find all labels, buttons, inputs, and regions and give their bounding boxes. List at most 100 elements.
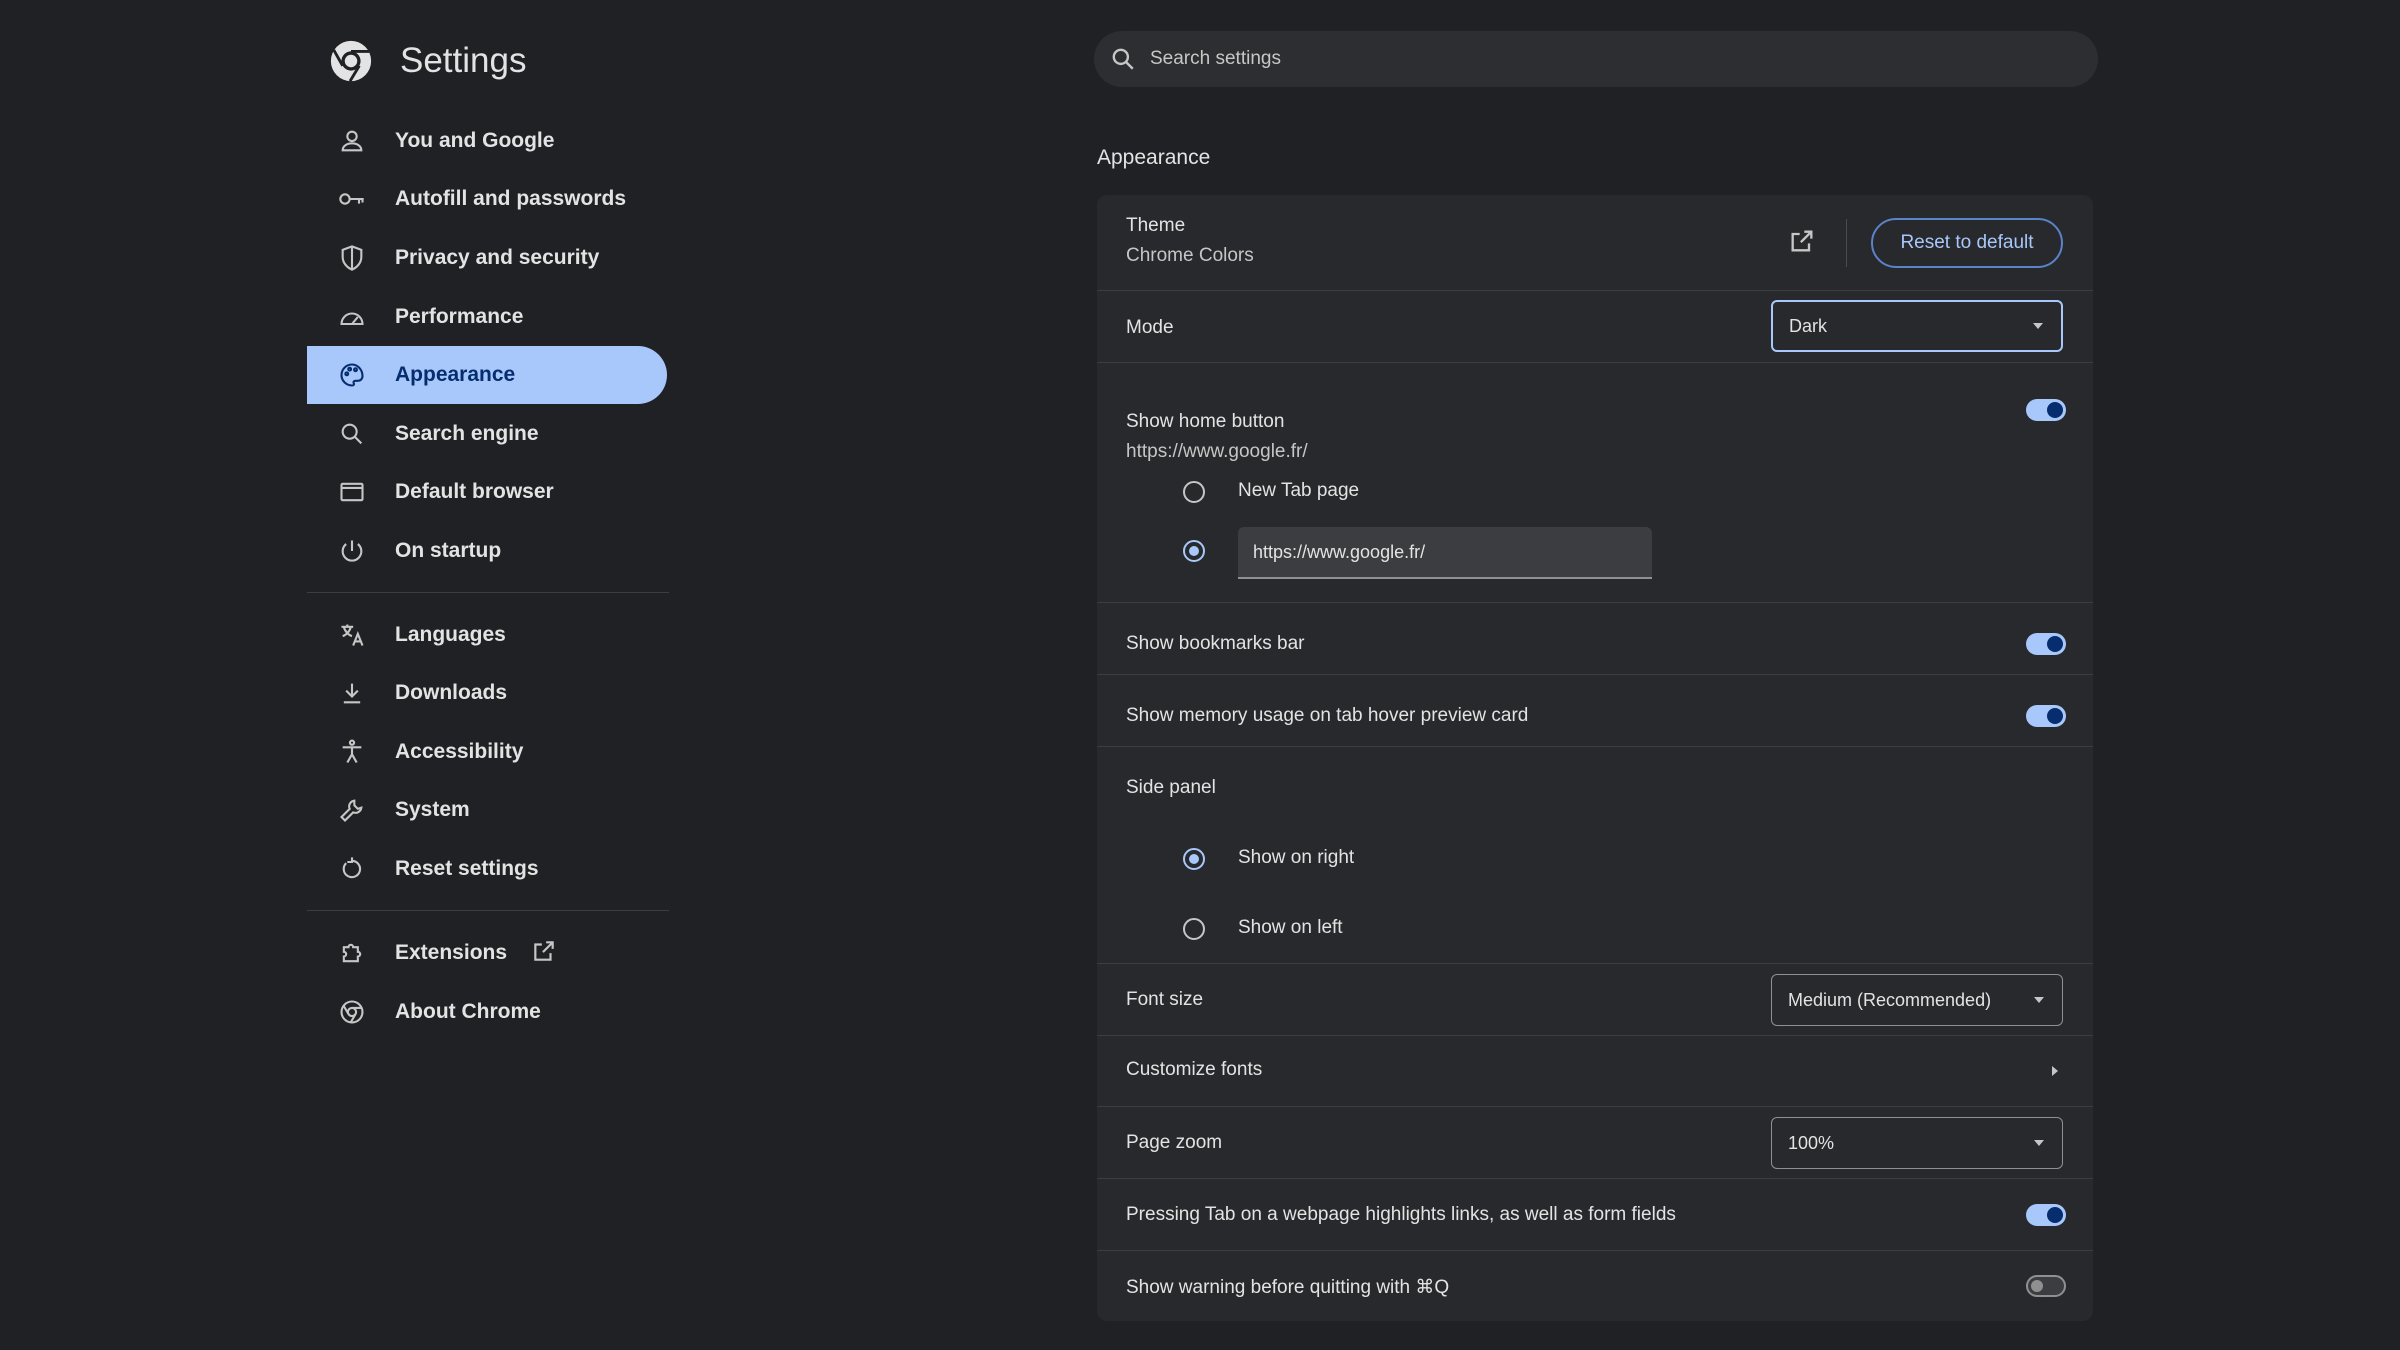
power-icon	[337, 536, 367, 566]
sidebar-item-label: Accessibility	[395, 740, 524, 763]
page-zoom-label: Page zoom	[1126, 1132, 1223, 1153]
person-icon	[337, 126, 367, 156]
sidebar-item-label: Search engine	[395, 422, 539, 445]
sidebar-item-accessibility[interactable]: Accessibility	[307, 723, 667, 781]
customize-fonts-label: Customize fonts	[1126, 1059, 1263, 1080]
row-divider	[1097, 746, 2093, 747]
sidebar-item-search-engine[interactable]: Search engine	[307, 405, 667, 463]
page-zoom-select-value: 100%	[1788, 1132, 1835, 1153]
tab-highlight-toggle[interactable]	[2026, 1204, 2066, 1226]
search-icon	[1112, 48, 1134, 70]
toggle-knob	[2047, 402, 2063, 418]
sidebar-item-label: Languages	[395, 623, 506, 646]
browser-window-icon	[337, 477, 367, 507]
reset-icon	[337, 854, 367, 884]
mode-select[interactable]: Dark	[1771, 300, 2063, 352]
chrome-logo-icon	[328, 38, 374, 84]
sidebar-item-you-and-google[interactable]: You and Google	[307, 112, 667, 170]
reset-to-default-button[interactable]: Reset to default	[1871, 218, 2063, 268]
sidebar-item-label: Appearance	[395, 363, 516, 386]
caret-down-icon	[2033, 323, 2043, 329]
radio-custom-url[interactable]	[1183, 540, 1205, 562]
sidebar-item-system[interactable]: System	[307, 781, 667, 839]
toggle-knob	[2031, 1280, 2043, 1292]
wrench-icon	[337, 795, 367, 825]
sidebar-divider	[307, 592, 669, 593]
search-input[interactable]	[1148, 47, 2052, 71]
row-divider	[1097, 1106, 2093, 1107]
sidebar-item-extensions[interactable]: Extensions	[307, 924, 667, 982]
puzzle-icon	[337, 938, 367, 968]
page-title: Settings	[400, 41, 527, 80]
row-divider	[1097, 674, 2093, 675]
bookmarks-bar-label: Show bookmarks bar	[1126, 633, 1305, 654]
font-size-select-value: Medium (Recommended)	[1788, 989, 1992, 1010]
toggle-knob	[2047, 708, 2063, 724]
toggle-knob	[2047, 636, 2063, 652]
sidebar-item-label: Autofill and passwords	[395, 187, 627, 210]
sidebar-item-appearance[interactable]: Appearance	[307, 346, 667, 404]
external-link-icon	[507, 938, 557, 969]
open-in-new-icon[interactable]	[1788, 227, 1816, 255]
radio-show-on-left[interactable]	[1183, 918, 1205, 940]
sidebar-item-label: System	[395, 798, 470, 821]
accessibility-icon	[337, 737, 367, 767]
home-button-label: Show home button	[1126, 411, 1285, 432]
side-panel-label: Side panel	[1126, 777, 1216, 798]
mode-select-value: Dark	[1789, 315, 1828, 336]
sidebar-item-autofill[interactable]: Autofill and passwords	[307, 170, 667, 228]
font-size-label: Font size	[1126, 989, 1204, 1010]
quit-warning-label: Show warning before quitting with ⌘Q	[1126, 1277, 1450, 1298]
quit-warning-toggle[interactable]	[2026, 1275, 2066, 1297]
chevron-right-icon	[2052, 1066, 2058, 1076]
custom-url-input[interactable]	[1238, 527, 1652, 579]
home-button-toggle[interactable]	[2026, 399, 2066, 421]
sidebar-item-on-startup[interactable]: On startup	[307, 522, 667, 580]
bookmarks-bar-toggle[interactable]	[2026, 633, 2066, 655]
sidebar-item-languages[interactable]: Languages	[307, 606, 667, 664]
search-bar[interactable]	[1094, 31, 2098, 87]
home-button-url: https://www.google.fr/	[1126, 441, 1308, 462]
vertical-divider	[1846, 219, 1847, 267]
sidebar-item-label: Extensions	[395, 941, 508, 964]
sidebar-item-downloads[interactable]: Downloads	[307, 664, 667, 722]
sidebar-item-default-browser[interactable]: Default browser	[307, 463, 667, 521]
speedometer-icon	[337, 302, 367, 332]
radio-new-tab-page[interactable]	[1183, 481, 1205, 503]
key-icon	[337, 184, 367, 214]
translate-icon	[337, 620, 367, 650]
theme-value: Chrome Colors	[1126, 245, 1254, 266]
sidebar-item-label: Reset settings	[395, 857, 539, 880]
mode-row: Mode Dark	[1097, 291, 2093, 362]
sidebar-item-reset-settings[interactable]: Reset settings	[307, 840, 667, 898]
section-title: Appearance	[1097, 146, 1211, 169]
memory-usage-label: Show memory usage on tab hover preview c…	[1126, 705, 1529, 726]
sidebar-item-label: You and Google	[395, 129, 555, 152]
sidebar-item-about-chrome[interactable]: About Chrome	[307, 983, 667, 1041]
row-divider	[1097, 963, 2093, 964]
row-divider	[1097, 602, 2093, 603]
customize-fonts-row[interactable]: Customize fonts	[1097, 1036, 2093, 1106]
chrome-icon	[337, 997, 367, 1027]
radio-show-on-right[interactable]	[1183, 848, 1205, 870]
radio-show-on-right-label: Show on right	[1238, 847, 1355, 868]
sidebar-item-performance[interactable]: Performance	[307, 288, 667, 346]
theme-label: Theme	[1126, 215, 1186, 236]
page-zoom-select[interactable]: 100%	[1771, 1117, 2063, 1169]
radio-new-tab-page-label: New Tab page	[1238, 480, 1360, 501]
search-icon	[337, 419, 367, 449]
caret-down-icon	[2034, 1140, 2044, 1146]
tab-highlight-label: Pressing Tab on a webpage highlights lin…	[1126, 1204, 1676, 1225]
font-size-select[interactable]: Medium (Recommended)	[1771, 974, 2063, 1026]
sidebar-item-label: Performance	[395, 305, 524, 328]
sidebar-item-label: Default browser	[395, 480, 554, 503]
sidebar-item-label: About Chrome	[395, 1000, 541, 1023]
download-icon	[337, 678, 367, 708]
mode-label: Mode	[1126, 317, 1174, 338]
row-divider	[1097, 1250, 2093, 1251]
row-divider	[1097, 1178, 2093, 1179]
radio-show-on-left-label: Show on left	[1238, 917, 1343, 938]
sidebar-item-privacy[interactable]: Privacy and security	[307, 229, 667, 287]
memory-usage-toggle[interactable]	[2026, 705, 2066, 727]
appearance-card: Theme Chrome Colors Reset to default Mod…	[1097, 195, 2093, 1321]
